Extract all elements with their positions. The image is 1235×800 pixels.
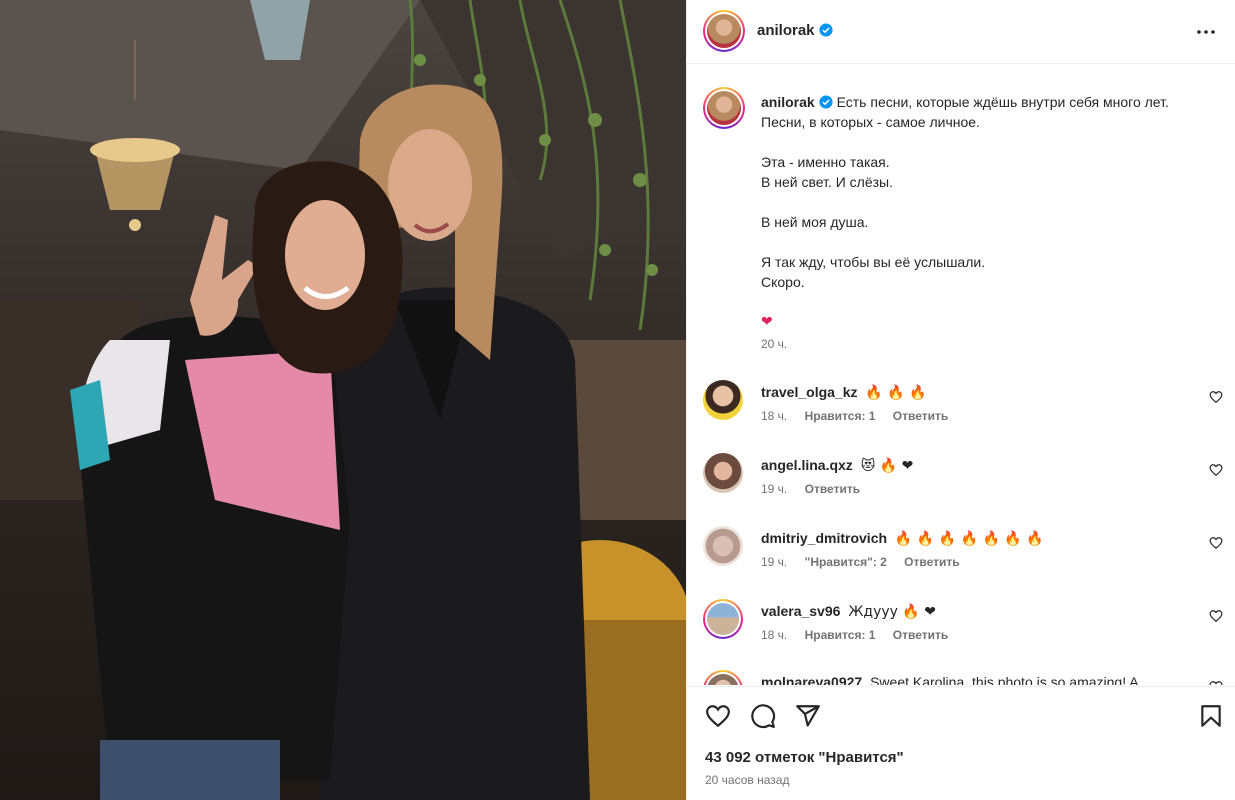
post-photo-illustration xyxy=(0,0,686,800)
comment-meta: 18 ч. Нравится: 1 Ответить xyxy=(761,628,962,642)
caption-line-5 xyxy=(761,192,1223,212)
comment-text-line: valera_sv96 Ждууу 🔥 ❤ xyxy=(761,601,936,622)
post-timestamp[interactable]: 20 часов назад xyxy=(705,773,789,787)
post-header: anilorak xyxy=(687,0,1235,64)
comment-reply-button[interactable]: Ответить xyxy=(904,555,959,569)
comment-avatar[interactable] xyxy=(703,599,743,639)
comment-reply-button[interactable]: Ответить xyxy=(893,628,948,642)
author-avatar[interactable] xyxy=(703,10,745,52)
comment-username[interactable]: angel.lina.qxz xyxy=(761,457,853,473)
comment-text: 🔥 🔥 🔥 xyxy=(865,385,927,401)
caption-line-1: Песни, в которых - самое личное. xyxy=(761,114,980,130)
caption-line-0: anilorak Есть песни, которые ждёшь внутр… xyxy=(761,92,1223,112)
caption-line-4: В ней свет. И слёзы. xyxy=(761,174,893,190)
comment-icon[interactable] xyxy=(750,703,776,729)
verified-badge-icon xyxy=(818,23,833,37)
caption-line-6: В ней моя душа. xyxy=(761,214,869,230)
comment-avatar[interactable] xyxy=(703,380,743,420)
caption-time[interactable]: 20 ч. xyxy=(761,337,787,351)
post-side-panel: anilorak anilorak Есть песни, которые жд… xyxy=(686,0,1235,800)
comment-meta: 19 ч. "Нравится": 2 Ответить xyxy=(761,555,974,569)
post-photo[interactable] xyxy=(0,0,686,800)
comments-scroll-area[interactable]: anilorak Есть песни, которые ждёшь внутр… xyxy=(687,65,1235,685)
comment-username[interactable]: dmitriy_dmitrovich xyxy=(761,530,887,546)
comment-time[interactable]: 18 ч. xyxy=(761,409,787,423)
comment-time[interactable]: 18 ч. xyxy=(761,628,787,642)
post-caption: anilorak Есть песни, которые ждёшь внутр… xyxy=(703,87,1223,351)
comment-avatar[interactable] xyxy=(703,453,743,493)
comment-text-line: dmitriy_dmitrovich 🔥 🔥 🔥 🔥 🔥 🔥 🔥 xyxy=(761,528,1044,549)
comment-text: 😻 🔥 ❤ xyxy=(860,458,914,474)
caption-line-7 xyxy=(761,232,1223,252)
comment-like-heart-icon[interactable] xyxy=(1209,463,1223,477)
author-username-text[interactable]: anilorak xyxy=(757,22,815,39)
more-options-icon[interactable] xyxy=(1194,20,1218,44)
comment-item: molnareva0927 Sweet Karolina, this photo… xyxy=(703,670,1223,685)
comment-likes-count[interactable]: Нравится: 1 xyxy=(805,628,876,642)
comment-item: valera_sv96 Ждууу 🔥 ❤ 18 ч. Нравится: 1 … xyxy=(703,599,1223,659)
comment-meta: 18 ч. Нравится: 1 Ответить xyxy=(761,409,962,423)
comment-time[interactable]: 19 ч. xyxy=(761,555,787,569)
caption-author-username-text[interactable]: anilorak xyxy=(761,94,815,110)
caption-line-3: Эта - именно такая. xyxy=(761,154,890,170)
comment-text: 🔥 🔥 🔥 🔥 🔥 🔥 🔥 xyxy=(894,531,1044,547)
caption-author-username[interactable]: anilorak xyxy=(761,94,833,110)
bookmark-icon[interactable] xyxy=(1198,703,1224,729)
caption-text: anilorak Есть песни, которые ждёшь внутр… xyxy=(761,87,1223,332)
comment-avatar[interactable] xyxy=(703,670,743,685)
comment-item: dmitriy_dmitrovich 🔥 🔥 🔥 🔥 🔥 🔥 🔥 19 ч. "… xyxy=(703,526,1223,586)
comment-text-line: molnareva0927 Sweet Karolina, this photo… xyxy=(761,672,1139,685)
comment-text: Sweet Karolina, this photo is so amazing… xyxy=(870,674,1139,685)
comment-likes-count[interactable]: Нравится: 1 xyxy=(805,409,876,423)
comment-meta: 19 ч. Ответить xyxy=(761,482,874,496)
comment-like-heart-icon[interactable] xyxy=(1209,609,1223,623)
caption-line-0-text: Есть песни, которые ждёшь внутри себя мн… xyxy=(836,94,1169,110)
comment-username[interactable]: molnareva0927 xyxy=(761,674,862,685)
comment-like-heart-icon[interactable] xyxy=(1209,536,1223,550)
comment-text: Ждууу 🔥 ❤ xyxy=(848,604,936,620)
comment-time[interactable]: 19 ч. xyxy=(761,482,787,496)
send-icon[interactable] xyxy=(795,703,821,729)
caption-line-9: Скоро. xyxy=(761,274,805,290)
comment-like-heart-icon[interactable] xyxy=(1209,680,1223,685)
like-heart-icon[interactable] xyxy=(705,703,731,729)
comment-text-line: angel.lina.qxz 😻 🔥 ❤ xyxy=(761,455,913,476)
comment-reply-button[interactable]: Ответить xyxy=(805,482,860,496)
caption-line-10 xyxy=(761,292,1223,312)
post-actions-bar: 43 092 отметок "Нравится" 20 часов назад xyxy=(687,686,1235,800)
likes-count[interactable]: 43 092 отметок "Нравится" xyxy=(705,749,904,766)
comment-like-heart-icon[interactable] xyxy=(1209,390,1223,404)
comment-likes-count[interactable]: "Нравится": 2 xyxy=(805,555,887,569)
comment-username[interactable]: travel_olga_kz xyxy=(761,384,858,400)
comment-avatar[interactable] xyxy=(703,526,743,566)
comment-item: angel.lina.qxz 😻 🔥 ❤ 19 ч. Ответить xyxy=(703,453,1223,513)
author-username[interactable]: anilorak xyxy=(757,22,833,39)
comment-text-line: travel_olga_kz 🔥 🔥 🔥 xyxy=(761,382,927,403)
caption-heart-emoji: ❤ xyxy=(761,314,773,330)
comment-reply-button[interactable]: Ответить xyxy=(893,409,948,423)
comment-item: travel_olga_kz 🔥 🔥 🔥 18 ч. Нравится: 1 О… xyxy=(703,380,1223,440)
verified-badge-icon xyxy=(819,95,833,109)
comment-username[interactable]: valera_sv96 xyxy=(761,603,840,619)
caption-line-8: Я так жду, чтобы вы её услышали. xyxy=(761,254,986,270)
caption-author-avatar[interactable] xyxy=(703,87,745,129)
caption-line-2 xyxy=(761,132,1223,152)
